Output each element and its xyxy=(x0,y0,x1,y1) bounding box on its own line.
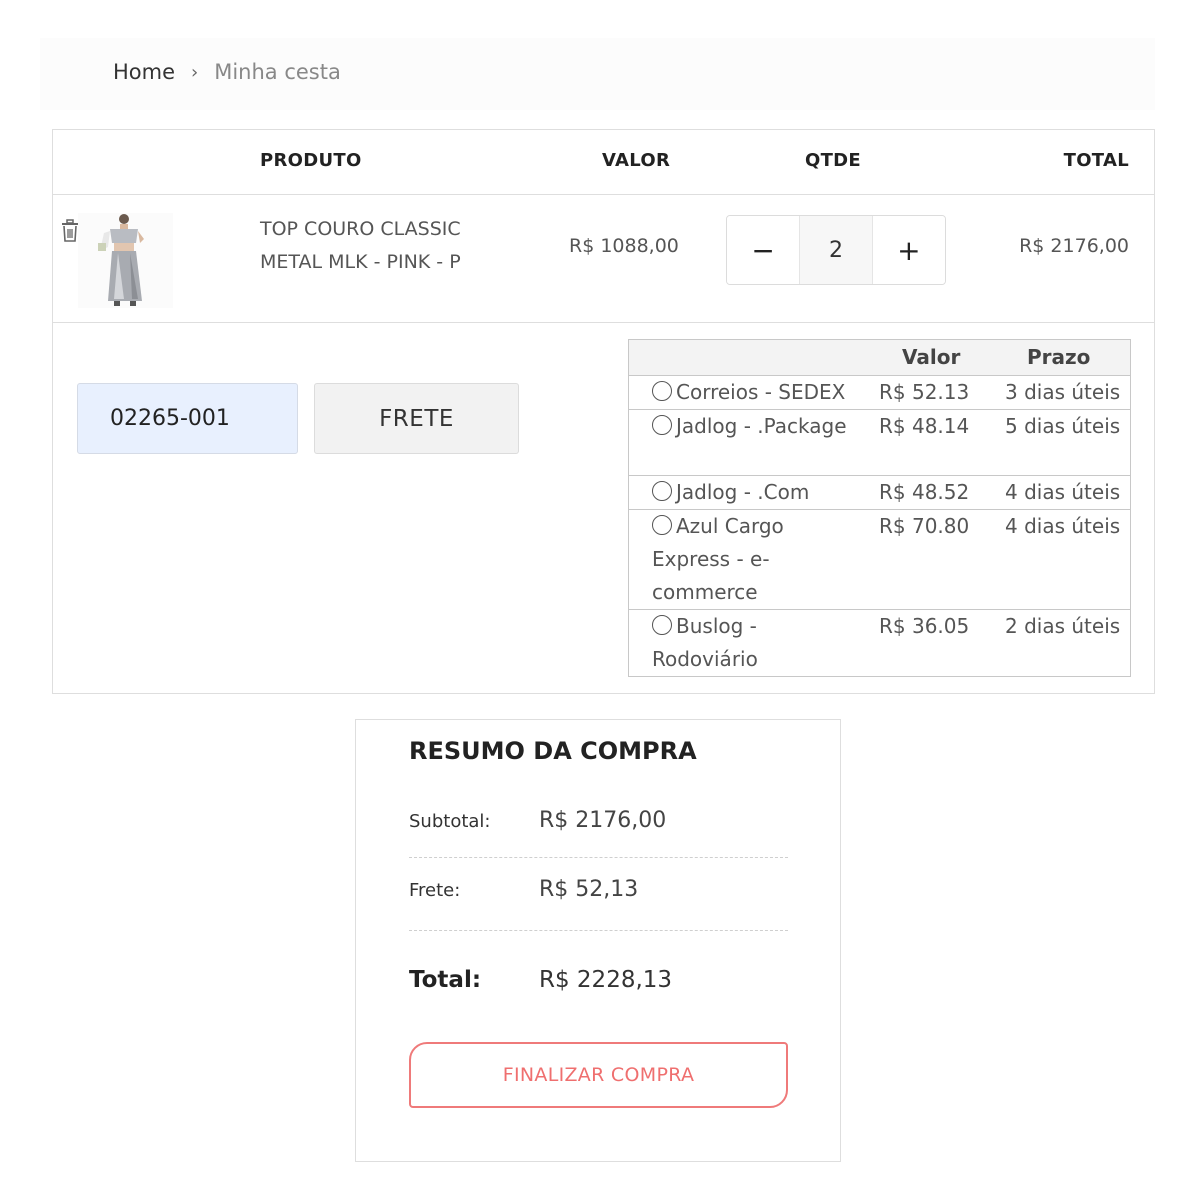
breadcrumb: Home › Minha cesta xyxy=(113,60,341,84)
quantity-stepper: − 2 + xyxy=(726,215,946,285)
order-summary: RESUMO DA COMPRA Subtotal: R$ 2176,00 Fr… xyxy=(355,719,841,1162)
column-header-valor: VALOR xyxy=(602,150,671,171)
shipping-option-prazo: 3 dias úteis xyxy=(1005,380,1121,404)
cart-item-row: TOP COURO CLASSIC METAL MLK - PINK - P R… xyxy=(53,195,1154,323)
quantity-input[interactable]: 2 xyxy=(799,216,873,284)
subtotal-value: R$ 2176,00 xyxy=(539,808,667,833)
shipping-option-name: Correios - SEDEX xyxy=(676,380,846,404)
total-label: Total: xyxy=(409,967,482,993)
column-header-total: TOTAL xyxy=(1063,150,1129,171)
radio-button[interactable] xyxy=(652,481,672,501)
shipping-option-value: R$ 48.14 xyxy=(879,414,970,438)
calculate-frete-button[interactable]: FRETE xyxy=(314,383,519,454)
shipping-option-value: R$ 52.13 xyxy=(879,380,970,404)
summary-divider xyxy=(409,857,788,858)
radio-button[interactable] xyxy=(652,515,672,535)
chevron-right-icon: › xyxy=(191,61,199,83)
shipping-option-name: Jadlog - .Com xyxy=(676,480,810,504)
total-value: R$ 2228,13 xyxy=(539,967,673,993)
cart-header: PRODUTO VALOR QTDE TOTAL xyxy=(53,130,1154,195)
shipping-option-row[interactable]: Azul Cargo Express - e-commerce R$ 70.80… xyxy=(629,510,1130,610)
shipping-option-name: Jadlog - .Package xyxy=(676,414,847,438)
subtotal-label: Subtotal: xyxy=(409,811,491,832)
shipping-options-table: Valor Prazo Correios - SEDEX R$ 52.13 3 … xyxy=(628,339,1131,677)
shipping-option-prazo: 4 dias úteis xyxy=(1005,514,1121,538)
shipping-header-prazo: Prazo xyxy=(1027,345,1091,369)
shipping-option-name: Azul Cargo Express - e-commerce xyxy=(652,514,784,604)
frete-label: Frete: xyxy=(409,880,461,901)
breadcrumb-current: Minha cesta xyxy=(214,60,341,84)
increment-button[interactable]: + xyxy=(872,216,945,284)
trash-icon[interactable] xyxy=(60,219,80,243)
radio-button[interactable] xyxy=(652,381,672,401)
shipping-option-row[interactable]: Buslog - Rodoviário R$ 36.05 2 dias útei… xyxy=(629,610,1130,676)
cart-table: PRODUTO VALOR QTDE TOTAL TOP COURO CLASS… xyxy=(52,129,1155,694)
shipping-option-row[interactable]: Jadlog - .Package R$ 48.14 5 dias úteis xyxy=(629,410,1130,476)
decrement-button[interactable]: − xyxy=(727,216,800,284)
product-unit-price: R$ 1088,00 xyxy=(569,235,679,257)
radio-button[interactable] xyxy=(652,415,672,435)
radio-button[interactable] xyxy=(652,615,672,635)
summary-title: RESUMO DA COMPRA xyxy=(409,737,697,765)
breadcrumb-home-link[interactable]: Home xyxy=(113,60,175,84)
shipping-option-value: R$ 70.80 xyxy=(879,514,970,538)
shipping-table-header: Valor Prazo xyxy=(629,340,1130,376)
shipping-option-value: R$ 36.05 xyxy=(879,614,970,638)
shipping-option-row[interactable]: Correios - SEDEX R$ 52.13 3 dias úteis xyxy=(629,376,1130,410)
checkout-button[interactable]: FINALIZAR COMPRA xyxy=(409,1042,788,1108)
shipping-option-prazo: 4 dias úteis xyxy=(1005,480,1121,504)
shipping-option-value: R$ 48.52 xyxy=(879,480,970,504)
column-header-produto: PRODUTO xyxy=(260,150,362,171)
shipping-option-row[interactable]: Jadlog - .Com R$ 48.52 4 dias úteis xyxy=(629,476,1130,510)
cep-input[interactable]: 02265-001 xyxy=(77,383,298,454)
shipping-option-prazo: 2 dias úteis xyxy=(1005,614,1121,638)
product-line-total: R$ 2176,00 xyxy=(1019,235,1129,257)
shipping-option-prazo: 5 dias úteis xyxy=(1005,414,1121,438)
summary-divider xyxy=(409,930,788,931)
column-header-qtde: QTDE xyxy=(805,150,862,171)
shipping-header-valor: Valor xyxy=(902,345,961,369)
product-image[interactable] xyxy=(78,213,173,308)
frete-value: R$ 52,13 xyxy=(539,877,639,902)
product-name[interactable]: TOP COURO CLASSIC METAL MLK - PINK - P xyxy=(260,213,490,279)
